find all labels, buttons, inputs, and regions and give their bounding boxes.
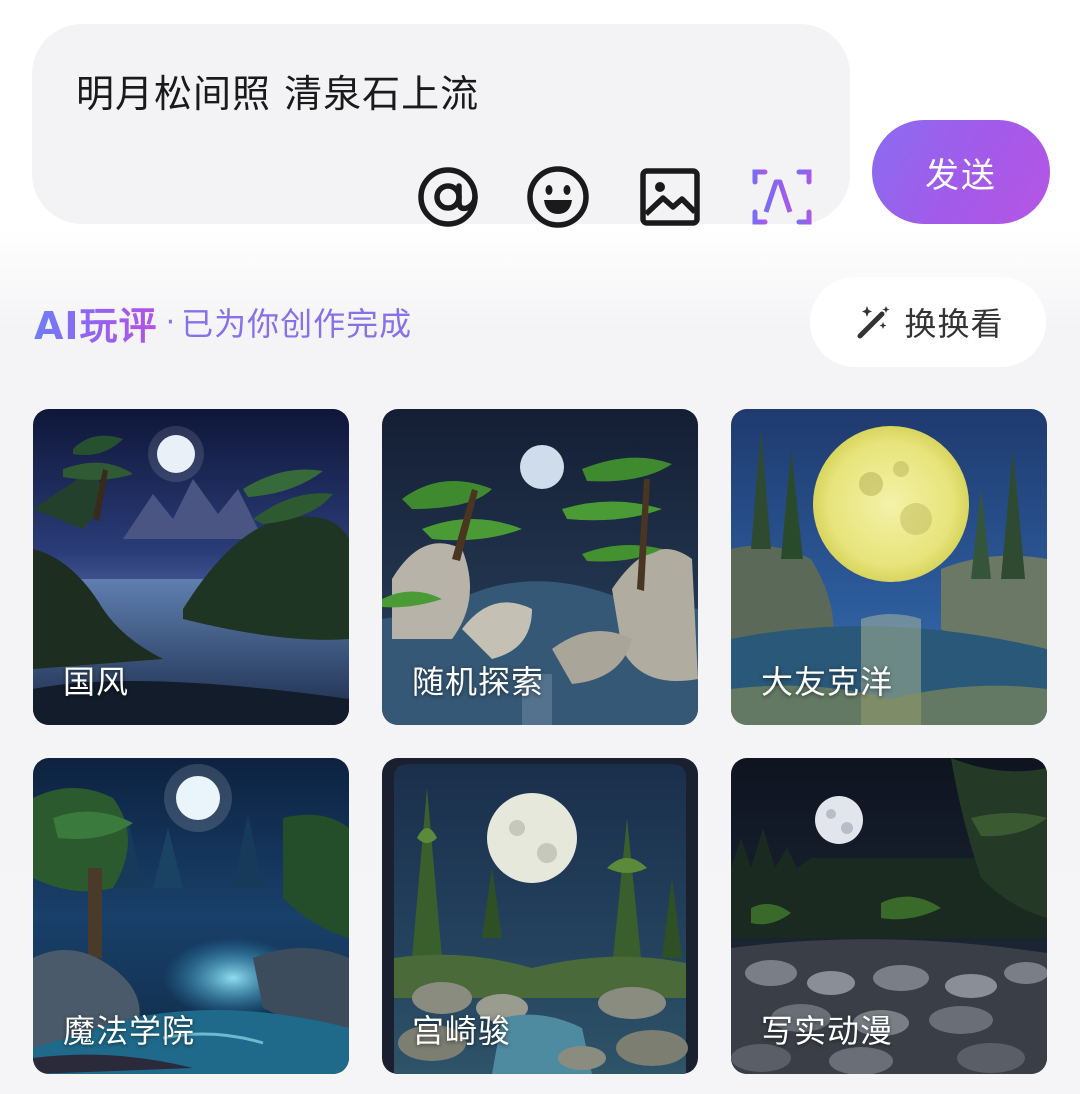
style-label: 国风 <box>63 663 130 701</box>
send-button[interactable]: 发送 <box>872 120 1050 224</box>
emoji-icon[interactable] <box>525 164 591 230</box>
style-label: 魔法学院 <box>63 1012 196 1050</box>
composer-input-text[interactable]: 明月松间照 清泉石上流 <box>76 70 479 118</box>
magic-wand-icon <box>857 306 890 339</box>
style-card-magic-academy[interactable]: 魔法学院 <box>33 758 349 1074</box>
style-label: 随机探索 <box>412 663 545 701</box>
brand-title: AI玩评 <box>34 295 158 350</box>
style-label: 大友克洋 <box>761 663 894 701</box>
refresh-button[interactable]: 换换看 <box>810 277 1046 367</box>
status-text: 已为你创作完成 <box>181 305 413 343</box>
style-label: 宫崎骏 <box>412 1012 512 1050</box>
image-icon[interactable] <box>637 164 703 230</box>
section-header: AI玩评 · 已为你创作完成 <box>34 296 412 348</box>
style-label: 写实动漫 <box>761 1012 894 1050</box>
message-composer[interactable]: 明月松间照 清泉石上流 <box>32 24 850 228</box>
style-card-otomo[interactable]: 大友克洋 <box>731 409 1047 725</box>
style-card-realistic-anime[interactable]: 写实动漫 <box>731 758 1047 1074</box>
style-card-miyazaki[interactable]: 宫崎骏 <box>382 758 698 1074</box>
ai-icon[interactable] <box>749 164 815 230</box>
at-icon[interactable] <box>415 164 481 230</box>
style-card-guofeng[interactable]: 国风 <box>33 409 349 725</box>
refresh-label: 换换看 <box>904 305 1004 343</box>
style-card-random-explore[interactable]: 随机探索 <box>382 409 698 725</box>
separator-dot: · <box>165 304 176 340</box>
